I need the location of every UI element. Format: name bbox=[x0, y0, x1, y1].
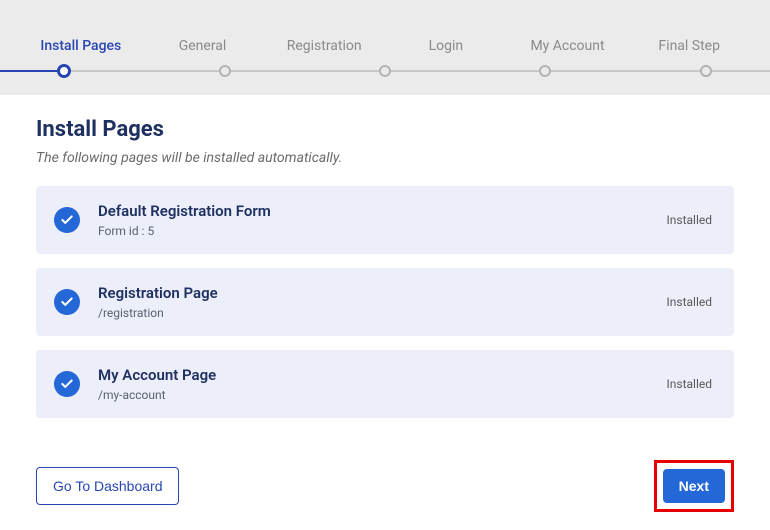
card-sub: /my-account bbox=[98, 388, 666, 402]
next-highlight-box: Next bbox=[654, 460, 734, 512]
card-sub: /registration bbox=[98, 306, 666, 320]
step-final[interactable]: Final Step bbox=[628, 38, 750, 78]
step-install-pages[interactable]: Install Pages bbox=[20, 38, 142, 78]
install-card: Registration Page /registration Installe… bbox=[36, 268, 734, 336]
step-label: Final Step bbox=[658, 38, 720, 54]
step-dot bbox=[379, 65, 391, 77]
footer: Go To Dashboard Next bbox=[0, 450, 770, 530]
step-general[interactable]: General bbox=[142, 38, 264, 78]
step-dot-active bbox=[57, 64, 71, 78]
page-title: Install Pages bbox=[36, 117, 734, 142]
card-title: Default Registration Form bbox=[98, 202, 666, 220]
step-dot bbox=[700, 65, 712, 77]
step-label: Registration bbox=[287, 38, 362, 54]
check-icon bbox=[54, 289, 80, 315]
check-icon bbox=[54, 371, 80, 397]
step-my-account[interactable]: My Account bbox=[507, 38, 629, 78]
step-login[interactable]: Login bbox=[385, 38, 507, 78]
step-label: My Account bbox=[530, 38, 604, 54]
card-text: Default Registration Form Form id : 5 bbox=[98, 202, 666, 238]
card-title: My Account Page bbox=[98, 366, 666, 384]
step-label: Install Pages bbox=[40, 38, 121, 54]
step-label: General bbox=[179, 38, 227, 54]
check-icon bbox=[54, 207, 80, 233]
card-title: Registration Page bbox=[98, 284, 666, 302]
next-button[interactable]: Next bbox=[663, 469, 725, 503]
step-label: Login bbox=[429, 38, 464, 54]
stepper-bar: Install Pages General Registration Login… bbox=[0, 0, 770, 95]
card-text: My Account Page /my-account bbox=[98, 366, 666, 402]
go-to-dashboard-button[interactable]: Go To Dashboard bbox=[36, 467, 179, 505]
step-dot bbox=[219, 65, 231, 77]
content-area: Install Pages The following pages will b… bbox=[0, 95, 770, 450]
card-text: Registration Page /registration bbox=[98, 284, 666, 320]
card-sub: Form id : 5 bbox=[98, 224, 666, 238]
card-status: Installed bbox=[666, 377, 712, 391]
install-card: Default Registration Form Form id : 5 In… bbox=[36, 186, 734, 254]
card-status: Installed bbox=[666, 295, 712, 309]
step-dot bbox=[539, 65, 551, 77]
stepper-line bbox=[0, 70, 770, 72]
card-status: Installed bbox=[666, 213, 712, 227]
install-card: My Account Page /my-account Installed bbox=[36, 350, 734, 418]
step-registration[interactable]: Registration bbox=[263, 38, 385, 78]
page-description: The following pages will be installed au… bbox=[36, 150, 734, 166]
